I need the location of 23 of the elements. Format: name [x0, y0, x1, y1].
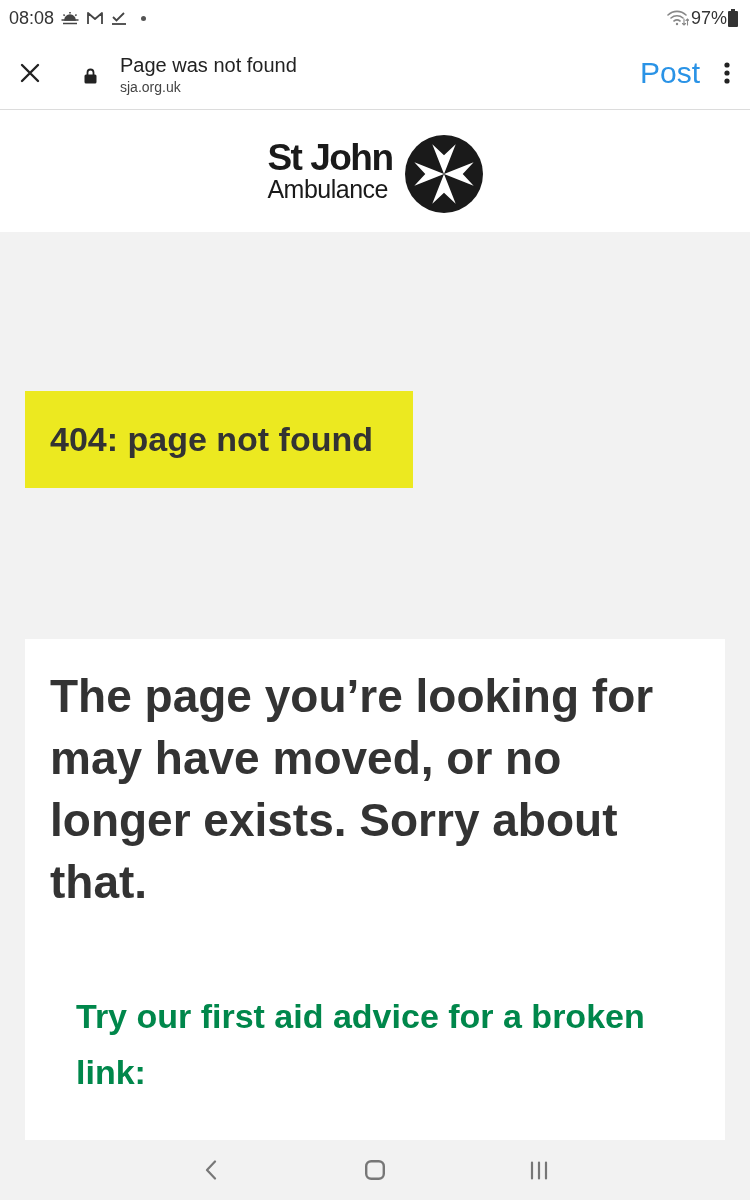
error-banner: 404: page not found	[25, 391, 413, 488]
mail-icon	[86, 11, 105, 25]
advice-heading: Try our first aid advice for a broken link:	[76, 996, 646, 1093]
logo-text: Ambulance	[267, 176, 389, 202]
battery-percentage: 97%	[690, 9, 727, 27]
lock-icon[interactable]	[84, 67, 97, 84]
tick-icon	[111, 11, 128, 25]
page-title: Page was not found	[120, 52, 297, 78]
logo-text: St John	[267, 140, 393, 176]
wifi-icon	[666, 10, 689, 26]
dot-icon	[141, 15, 147, 21]
cross-logo-icon	[404, 135, 483, 213]
recent-apps-icon[interactable]	[530, 1160, 548, 1180]
home-icon[interactable]	[365, 1160, 385, 1180]
more-options-icon[interactable]	[724, 61, 730, 84]
error-message: The page you’re looking for may have moved, or no longer exists. Sorry about that.	[50, 669, 655, 910]
close-icon[interactable]	[19, 61, 41, 84]
post-button[interactable]: Post	[639, 57, 700, 88]
page-url: sja.org.uk	[120, 77, 182, 96]
sunrise-icon	[61, 11, 80, 25]
battery-icon	[728, 9, 738, 27]
status-time: 08:08	[9, 9, 55, 27]
back-icon[interactable]	[205, 1160, 217, 1180]
